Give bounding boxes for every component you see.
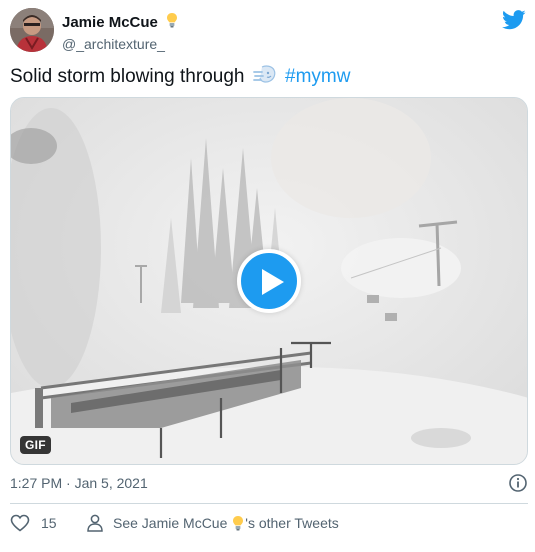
tweet-text: Solid storm blowing through #mymw (10, 64, 350, 93)
divider (10, 503, 528, 504)
like-count: 15 (41, 515, 57, 531)
tweet-card: Jamie McCue @_architexture_ Solid storm … (0, 0, 535, 552)
tweet-meta: 1:27 PM · Jan 5, 2021 (10, 473, 530, 493)
heart-icon (10, 514, 30, 532)
see-other-prefix: See Jamie McCue (113, 515, 228, 531)
tweet-header: Jamie McCue @_architexture_ (10, 8, 530, 54)
play-button[interactable] (237, 249, 301, 313)
tweet-body: Solid storm blowing through (10, 66, 245, 87)
media-gif[interactable]: GIF (10, 97, 528, 465)
person-icon (87, 514, 103, 532)
tweet-actions: 15 See Jamie McCue 's other Tweets (10, 512, 530, 534)
lightbulb-icon (232, 515, 244, 534)
author-handle[interactable]: @_architexture_ (62, 36, 178, 52)
info-icon[interactable] (508, 473, 528, 498)
twitter-logo-icon[interactable] (502, 10, 526, 35)
tweet-timestamp[interactable]: 1:27 PM · Jan 5, 2021 (10, 475, 148, 491)
play-icon (262, 269, 284, 295)
lightbulb-icon (166, 12, 178, 33)
see-other-suffix: 's other Tweets (245, 515, 339, 531)
hashtag-link[interactable]: #mymw (285, 66, 350, 87)
display-name[interactable]: Jamie McCue (62, 14, 158, 31)
wind-face-icon (252, 64, 277, 93)
author-info[interactable]: Jamie McCue @_architexture_ (62, 12, 178, 52)
gif-badge: GIF (20, 436, 51, 454)
avatar[interactable] (10, 8, 54, 52)
